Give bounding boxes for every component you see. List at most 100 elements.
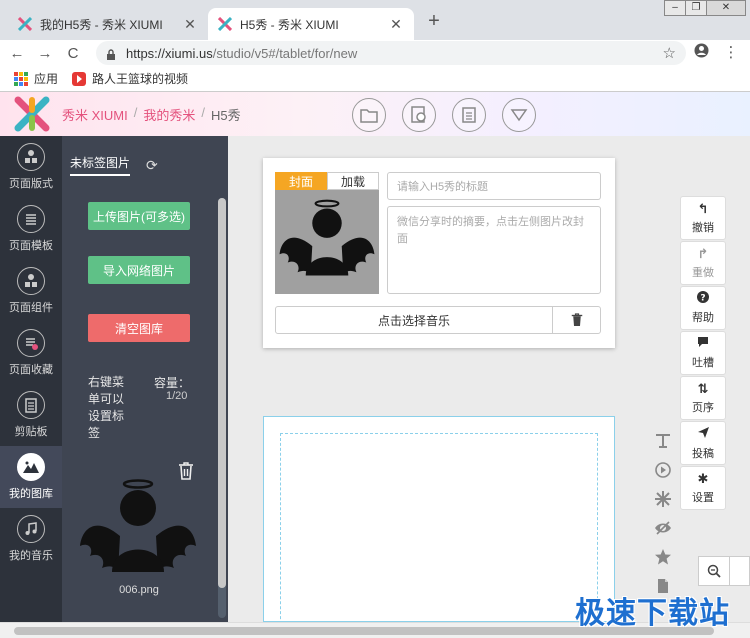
music-icon — [17, 515, 45, 543]
settings-button[interactable]: ✱ 设置 — [680, 466, 726, 510]
zoom-out-button[interactable] — [698, 556, 730, 586]
help-button[interactable]: ? 帮助 — [680, 286, 726, 330]
xiumi-logo[interactable] — [14, 96, 50, 132]
submit-button[interactable]: 投稿 — [680, 421, 726, 465]
menu-kebab-icon[interactable]: ⋮ — [720, 43, 742, 62]
image-filename: 006.png — [119, 584, 159, 596]
settings-label: 设置 — [692, 491, 714, 504]
feedback-label: 吐槽 — [692, 357, 714, 369]
bookmark-label: 应用 — [34, 72, 59, 86]
sidebar-item-clipboard[interactable]: 剪贴板 — [0, 384, 62, 446]
browser-tab-bar: 我的H5秀 - 秀米 XIUMI ✕ H5秀 - 秀米 XIUMI ✕ + – … — [0, 0, 750, 40]
sidebar-item-my-images[interactable]: 我的图库 — [0, 446, 62, 508]
breadcrumb-separator: / — [133, 104, 138, 120]
upload-images-button[interactable]: 上传图片(可多选) — [88, 202, 190, 230]
undo-label: 撤销 — [692, 221, 714, 234]
play-tool-icon[interactable] — [652, 455, 674, 484]
send-icon — [697, 426, 710, 442]
clipboard-icon[interactable] — [452, 98, 486, 132]
sidebar-item-layout[interactable]: 页面版式 — [0, 136, 62, 198]
tab-cover[interactable]: 封面 — [275, 172, 327, 190]
folder-icon[interactable] — [352, 98, 386, 132]
image-library-panel: 未标签图片 ⟳ 上传图片(可多选) 导入网络图片 清空图库 右键菜单可以设置标签… — [62, 136, 228, 622]
capacity-label: 容量： — [154, 376, 191, 390]
minimize-icon[interactable]: – — [664, 0, 686, 16]
element-toolbar — [652, 426, 674, 600]
panel-scrollbar[interactable] — [218, 198, 226, 618]
share-summary-input[interactable]: 微信分享时的摘要，点击左侧图片改封面 — [387, 206, 601, 294]
restore-icon[interactable]: ❐ — [685, 0, 707, 16]
panel-scrollbar-thumb[interactable] — [218, 198, 226, 588]
undo-button[interactable]: ↰ 撤销 — [680, 196, 726, 240]
effect-tool-icon[interactable] — [652, 484, 674, 513]
image-icon — [17, 453, 45, 481]
sidebar-item-label: 我的音乐 — [9, 550, 53, 562]
camera-icon[interactable] — [402, 98, 436, 132]
page-content-area[interactable] — [280, 433, 598, 629]
sidebar-item-component[interactable]: 页面组件 — [0, 260, 62, 322]
sidebar-item-favorite[interactable]: 页面收藏 — [0, 322, 62, 384]
forward-icon[interactable]: → — [34, 45, 56, 62]
header-tools — [352, 98, 552, 132]
visibility-tool-icon[interactable] — [652, 513, 674, 542]
video-icon — [72, 71, 87, 86]
browser-tab-h5[interactable]: H5秀 - 秀米 XIUMI ✕ — [208, 8, 414, 40]
sidebar-item-template[interactable]: 页面模板 — [0, 198, 62, 260]
sidebar-item-label: 页面收藏 — [9, 364, 53, 376]
help-label: 帮助 — [692, 312, 714, 324]
tab-untagged-images[interactable]: 未标签图片 — [70, 154, 131, 176]
import-web-image-button[interactable]: 导入网络图片 — [88, 256, 190, 284]
sidebar-item-label: 剪贴板 — [14, 426, 48, 438]
tab-label: H5秀 - 秀米 XIUMI — [240, 17, 339, 32]
url-input[interactable]: https://xiumi.us/studio/v5#/tablet/for/n… — [96, 41, 686, 65]
bookmark-apps[interactable]: 应用 — [14, 70, 58, 87]
star-tool-icon[interactable] — [652, 542, 674, 571]
bookmark-star-icon[interactable]: ☆ — [663, 44, 676, 62]
account-icon[interactable] — [690, 43, 712, 62]
breadcrumb-home[interactable]: 秀米 XIUMI — [62, 105, 128, 124]
new-tab-icon[interactable]: + — [424, 11, 444, 31]
lock-icon — [106, 48, 116, 60]
dropdown-icon[interactable] — [502, 98, 536, 132]
redo-button[interactable]: ↱ 重做 — [680, 241, 726, 285]
gear-icon: ✱ — [697, 470, 709, 486]
sidebar-item-label: 页面组件 — [9, 302, 53, 314]
sidebar-item-label: 我的图库 — [9, 488, 53, 500]
choose-music-button[interactable]: 点击选择音乐 — [275, 306, 553, 334]
submit-label: 投稿 — [692, 447, 714, 460]
zoom-in-button[interactable] — [730, 556, 750, 586]
tab-loading[interactable]: 加载 — [327, 172, 379, 190]
app-header: 秀米 XIUMI / 我的秀米 / H5秀 — [0, 92, 750, 136]
sidebar-item-music[interactable]: 我的音乐 — [0, 508, 62, 570]
watermark: 极速下载站 — [575, 596, 730, 631]
url-path: /studio/v5#/tablet/for/new — [212, 45, 358, 61]
bookmark-video[interactable]: 路人王篮球的视频 — [72, 70, 188, 87]
reload-icon[interactable]: C — [62, 45, 84, 62]
breadcrumb: 秀米 XIUMI / 我的秀米 / H5秀 — [62, 105, 247, 124]
feedback-button[interactable]: 吐槽 — [680, 331, 726, 375]
h5-title-input[interactable]: 请输入H5秀的标题 — [387, 172, 601, 200]
clipboard-icon — [17, 391, 45, 419]
refresh-icon[interactable]: ⟳ — [146, 157, 158, 174]
browser-tab-my-h5[interactable]: 我的H5秀 - 秀米 XIUMI ✕ — [8, 8, 208, 40]
clear-library-button[interactable]: 清空图库 — [88, 314, 190, 342]
cover-settings-card: 封面 加载 请输入H5秀的标题 微信分享时的摘要，点击左侧图片改封面 点击选择音… — [263, 158, 615, 348]
window-close-icon[interactable]: ✕ — [706, 0, 746, 16]
close-icon[interactable]: ✕ — [182, 16, 198, 33]
undo-icon: ↰ — [697, 200, 709, 216]
delete-music-icon[interactable] — [552, 306, 601, 334]
capacity-value: 1/20 — [166, 390, 188, 402]
back-icon[interactable]: ← — [6, 45, 28, 62]
page-order-button[interactable]: ⇅ 页序 — [680, 376, 726, 420]
text-tool-icon[interactable] — [652, 426, 674, 455]
zoom-out-icon — [707, 564, 721, 578]
library-image-thumbnail[interactable] — [76, 476, 200, 586]
close-icon[interactable]: ✕ — [388, 16, 404, 33]
help-icon: ? — [697, 291, 709, 306]
component-icon — [17, 267, 45, 295]
page-editor[interactable] — [263, 416, 615, 629]
sidebar-item-label: 页面版式 — [9, 178, 53, 190]
xiumi-favicon — [217, 16, 233, 32]
cover-image[interactable] — [275, 190, 379, 294]
breadcrumb-my-xiumi[interactable]: 我的秀米 — [143, 105, 195, 124]
